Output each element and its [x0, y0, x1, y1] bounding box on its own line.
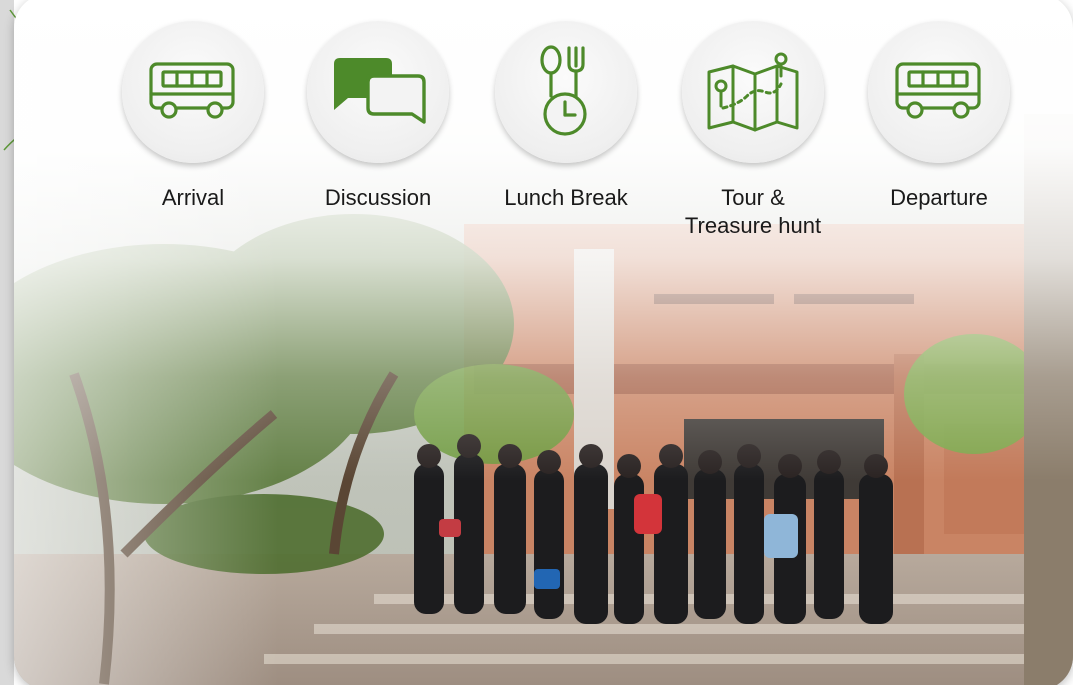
treasure-map-icon: [707, 52, 799, 132]
step-label: Departure: [890, 185, 988, 210]
slide: Arrival Discussion Lunch Break Tour & Tr…: [0, 0, 1073, 685]
step-tour-treasure-hunt: Tour & Treasure hunt: [663, 21, 843, 240]
step-label-line2: Treasure hunt: [684, 213, 822, 238]
step-label: Lunch Break: [504, 185, 628, 210]
step-circle: [868, 21, 1010, 163]
bus-icon: [149, 62, 235, 119]
bus-icon: [895, 62, 981, 119]
step-circle: [307, 21, 449, 163]
step-label: Arrival: [161, 185, 225, 210]
step-discussion: Discussion: [288, 21, 468, 212]
step-departure: Departure: [849, 21, 1029, 212]
step-circle: [122, 21, 264, 163]
step-circle: [682, 21, 824, 163]
fork-spoon-clock-icon: [540, 45, 587, 136]
chat-bubbles-icon: [334, 58, 426, 124]
step-label-line1: Tour &: [721, 185, 785, 210]
agenda-steps: Arrival Discussion Lunch Break Tour & Tr…: [0, 0, 1073, 260]
step-arrival: Arrival: [103, 21, 283, 212]
step-lunch-break: Lunch Break: [476, 21, 656, 212]
step-label: Tour & Treasure hunt: [663, 184, 843, 240]
step-circle: [495, 21, 637, 163]
step-label: Discussion: [324, 185, 432, 210]
